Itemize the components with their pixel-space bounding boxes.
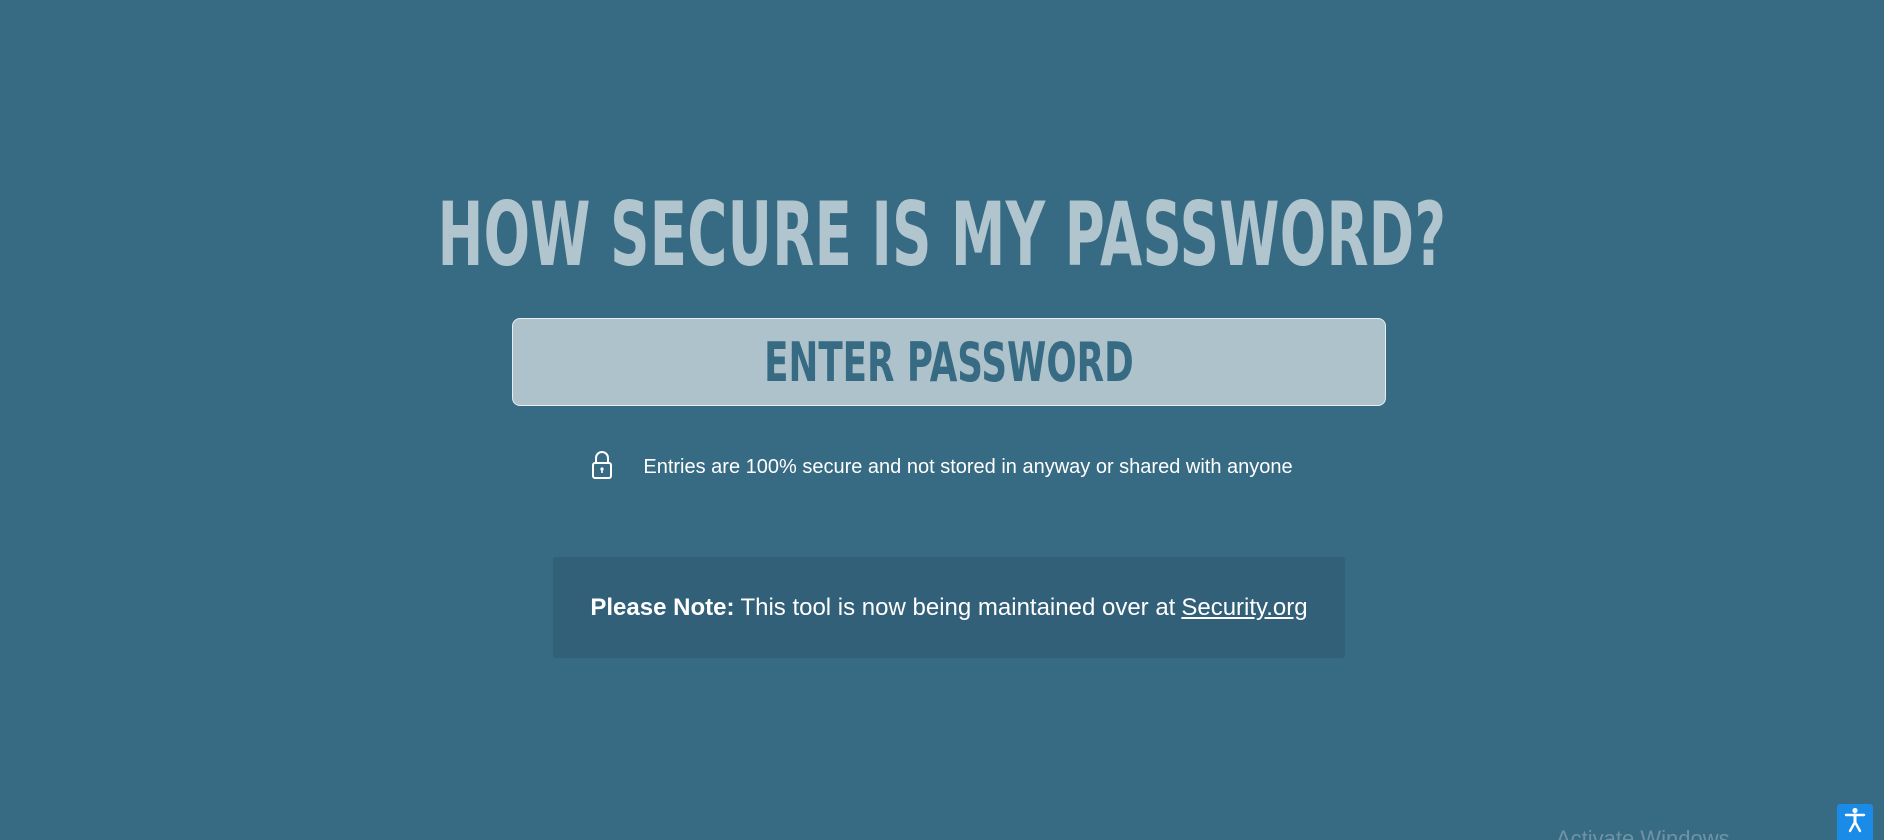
note-text: This tool is now being maintained over a… <box>740 593 1176 621</box>
lock-icon <box>591 450 643 485</box>
accessibility-button[interactable] <box>1837 804 1873 840</box>
note-label: Please Note: <box>590 593 735 621</box>
page: HOW SECURE IS MY PASSWORD? ENTER PASSWOR… <box>0 0 1884 840</box>
page-title: HOW SECURE IS MY PASSWORD? <box>437 183 1447 286</box>
accessibility-icon <box>1843 807 1867 838</box>
security-notice-text: Entries are 100% secure and not stored i… <box>643 455 1293 478</box>
activate-windows-watermark: Activate Windows <box>1556 826 1730 840</box>
password-input[interactable] <box>512 318 1386 406</box>
security-notice: Entries are 100% secure and not stored i… <box>0 450 1884 484</box>
security-org-link[interactable]: Security.org <box>1181 594 1307 622</box>
note-box: Please Note: This tool is now being main… <box>553 557 1345 658</box>
